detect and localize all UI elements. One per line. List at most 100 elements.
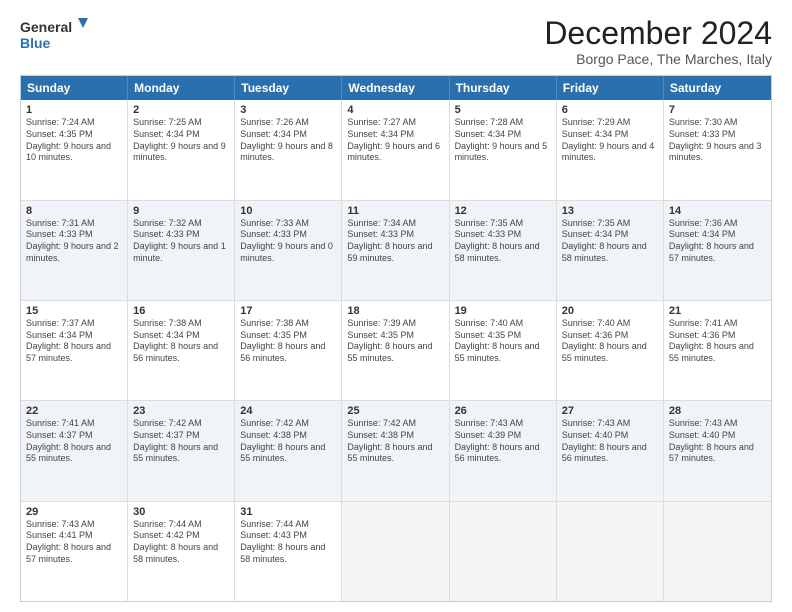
- day-number: 27: [562, 405, 658, 417]
- cell-info: Sunrise: 7:43 AMSunset: 4:40 PMDaylight:…: [669, 418, 766, 465]
- cal-cell-w1-d2: 3 Sunrise: 7:26 AMSunset: 4:34 PMDayligh…: [235, 100, 342, 199]
- cell-info: Sunrise: 7:44 AMSunset: 4:42 PMDaylight:…: [133, 519, 229, 566]
- title-block: December 2024 Borgo Pace, The Marches, I…: [544, 16, 772, 67]
- cal-cell-w5-d4: [450, 502, 557, 601]
- day-number: 25: [347, 405, 443, 417]
- day-number: 26: [455, 405, 551, 417]
- cell-info: Sunrise: 7:40 AMSunset: 4:36 PMDaylight:…: [562, 318, 658, 365]
- day-number: 10: [240, 205, 336, 217]
- cal-week-3: 15 Sunrise: 7:37 AMSunset: 4:34 PMDaylig…: [21, 300, 771, 400]
- cal-cell-w4-d3: 25 Sunrise: 7:42 AMSunset: 4:38 PMDaylig…: [342, 401, 449, 500]
- cell-info: Sunrise: 7:30 AMSunset: 4:33 PMDaylight:…: [669, 117, 766, 164]
- cell-info: Sunrise: 7:28 AMSunset: 4:34 PMDaylight:…: [455, 117, 551, 164]
- cell-info: Sunrise: 7:24 AMSunset: 4:35 PMDaylight:…: [26, 117, 122, 164]
- day-number: 15: [26, 305, 122, 317]
- cal-cell-w3-d4: 19 Sunrise: 7:40 AMSunset: 4:35 PMDaylig…: [450, 301, 557, 400]
- cal-cell-w1-d6: 7 Sunrise: 7:30 AMSunset: 4:33 PMDayligh…: [664, 100, 771, 199]
- main-title: December 2024: [544, 16, 772, 51]
- cell-info: Sunrise: 7:31 AMSunset: 4:33 PMDaylight:…: [26, 218, 122, 265]
- cal-cell-w4-d4: 26 Sunrise: 7:43 AMSunset: 4:39 PMDaylig…: [450, 401, 557, 500]
- cell-info: Sunrise: 7:40 AMSunset: 4:35 PMDaylight:…: [455, 318, 551, 365]
- page: General Blue December 2024 Borgo Pace, T…: [0, 0, 792, 612]
- cell-info: Sunrise: 7:25 AMSunset: 4:34 PMDaylight:…: [133, 117, 229, 164]
- header-thursday: Thursday: [450, 76, 557, 100]
- cal-cell-w3-d5: 20 Sunrise: 7:40 AMSunset: 4:36 PMDaylig…: [557, 301, 664, 400]
- day-number: 22: [26, 405, 122, 417]
- cal-cell-w2-d0: 8 Sunrise: 7:31 AMSunset: 4:33 PMDayligh…: [21, 201, 128, 300]
- cell-info: Sunrise: 7:42 AMSunset: 4:37 PMDaylight:…: [133, 418, 229, 465]
- calendar: Sunday Monday Tuesday Wednesday Thursday…: [20, 75, 772, 602]
- header-monday: Monday: [128, 76, 235, 100]
- day-number: 1: [26, 104, 122, 116]
- logo: General Blue: [20, 16, 90, 54]
- day-number: 24: [240, 405, 336, 417]
- cal-cell-w1-d3: 4 Sunrise: 7:27 AMSunset: 4:34 PMDayligh…: [342, 100, 449, 199]
- cell-info: Sunrise: 7:38 AMSunset: 4:35 PMDaylight:…: [240, 318, 336, 365]
- cal-cell-w2-d3: 11 Sunrise: 7:34 AMSunset: 4:33 PMDaylig…: [342, 201, 449, 300]
- cell-info: Sunrise: 7:42 AMSunset: 4:38 PMDaylight:…: [347, 418, 443, 465]
- cell-info: Sunrise: 7:38 AMSunset: 4:34 PMDaylight:…: [133, 318, 229, 365]
- day-number: 16: [133, 305, 229, 317]
- cal-cell-w5-d1: 30 Sunrise: 7:44 AMSunset: 4:42 PMDaylig…: [128, 502, 235, 601]
- cell-info: Sunrise: 7:39 AMSunset: 4:35 PMDaylight:…: [347, 318, 443, 365]
- cal-cell-w4-d2: 24 Sunrise: 7:42 AMSunset: 4:38 PMDaylig…: [235, 401, 342, 500]
- cell-info: Sunrise: 7:26 AMSunset: 4:34 PMDaylight:…: [240, 117, 336, 164]
- header: General Blue December 2024 Borgo Pace, T…: [20, 16, 772, 67]
- cal-cell-w5-d0: 29 Sunrise: 7:43 AMSunset: 4:41 PMDaylig…: [21, 502, 128, 601]
- cell-info: Sunrise: 7:35 AMSunset: 4:34 PMDaylight:…: [562, 218, 658, 265]
- cell-info: Sunrise: 7:32 AMSunset: 4:33 PMDaylight:…: [133, 218, 229, 265]
- subtitle: Borgo Pace, The Marches, Italy: [544, 51, 772, 67]
- cell-info: Sunrise: 7:37 AMSunset: 4:34 PMDaylight:…: [26, 318, 122, 365]
- cell-info: Sunrise: 7:43 AMSunset: 4:41 PMDaylight:…: [26, 519, 122, 566]
- cell-info: Sunrise: 7:43 AMSunset: 4:39 PMDaylight:…: [455, 418, 551, 465]
- cal-cell-w1-d1: 2 Sunrise: 7:25 AMSunset: 4:34 PMDayligh…: [128, 100, 235, 199]
- cal-cell-w3-d2: 17 Sunrise: 7:38 AMSunset: 4:35 PMDaylig…: [235, 301, 342, 400]
- cal-week-4: 22 Sunrise: 7:41 AMSunset: 4:37 PMDaylig…: [21, 400, 771, 500]
- day-number: 18: [347, 305, 443, 317]
- day-number: 4: [347, 104, 443, 116]
- day-number: 21: [669, 305, 766, 317]
- calendar-header: Sunday Monday Tuesday Wednesday Thursday…: [21, 76, 771, 100]
- cal-week-5: 29 Sunrise: 7:43 AMSunset: 4:41 PMDaylig…: [21, 501, 771, 601]
- cell-info: Sunrise: 7:41 AMSunset: 4:37 PMDaylight:…: [26, 418, 122, 465]
- cell-info: Sunrise: 7:43 AMSunset: 4:40 PMDaylight:…: [562, 418, 658, 465]
- day-number: 19: [455, 305, 551, 317]
- day-number: 14: [669, 205, 766, 217]
- header-friday: Friday: [557, 76, 664, 100]
- day-number: 7: [669, 104, 766, 116]
- day-number: 29: [26, 506, 122, 518]
- day-number: 2: [133, 104, 229, 116]
- cal-week-1: 1 Sunrise: 7:24 AMSunset: 4:35 PMDayligh…: [21, 100, 771, 199]
- day-number: 23: [133, 405, 229, 417]
- header-saturday: Saturday: [664, 76, 771, 100]
- cal-cell-w3-d6: 21 Sunrise: 7:41 AMSunset: 4:36 PMDaylig…: [664, 301, 771, 400]
- calendar-body: 1 Sunrise: 7:24 AMSunset: 4:35 PMDayligh…: [21, 100, 771, 601]
- cal-cell-w1-d5: 6 Sunrise: 7:29 AMSunset: 4:34 PMDayligh…: [557, 100, 664, 199]
- cal-cell-w3-d3: 18 Sunrise: 7:39 AMSunset: 4:35 PMDaylig…: [342, 301, 449, 400]
- cal-cell-w4-d6: 28 Sunrise: 7:43 AMSunset: 4:40 PMDaylig…: [664, 401, 771, 500]
- day-number: 6: [562, 104, 658, 116]
- cal-cell-w5-d5: [557, 502, 664, 601]
- cell-info: Sunrise: 7:27 AMSunset: 4:34 PMDaylight:…: [347, 117, 443, 164]
- cell-info: Sunrise: 7:36 AMSunset: 4:34 PMDaylight:…: [669, 218, 766, 265]
- day-number: 13: [562, 205, 658, 217]
- cell-info: Sunrise: 7:42 AMSunset: 4:38 PMDaylight:…: [240, 418, 336, 465]
- day-number: 20: [562, 305, 658, 317]
- cal-cell-w4-d0: 22 Sunrise: 7:41 AMSunset: 4:37 PMDaylig…: [21, 401, 128, 500]
- day-number: 3: [240, 104, 336, 116]
- cal-cell-w5-d2: 31 Sunrise: 7:44 AMSunset: 4:43 PMDaylig…: [235, 502, 342, 601]
- cal-cell-w5-d6: [664, 502, 771, 601]
- cell-info: Sunrise: 7:35 AMSunset: 4:33 PMDaylight:…: [455, 218, 551, 265]
- day-number: 5: [455, 104, 551, 116]
- day-number: 28: [669, 405, 766, 417]
- header-sunday: Sunday: [21, 76, 128, 100]
- cell-info: Sunrise: 7:44 AMSunset: 4:43 PMDaylight:…: [240, 519, 336, 566]
- cal-cell-w2-d5: 13 Sunrise: 7:35 AMSunset: 4:34 PMDaylig…: [557, 201, 664, 300]
- cal-cell-w1-d4: 5 Sunrise: 7:28 AMSunset: 4:34 PMDayligh…: [450, 100, 557, 199]
- svg-text:General: General: [20, 19, 72, 35]
- cal-cell-w4-d5: 27 Sunrise: 7:43 AMSunset: 4:40 PMDaylig…: [557, 401, 664, 500]
- day-number: 11: [347, 205, 443, 217]
- day-number: 8: [26, 205, 122, 217]
- day-number: 17: [240, 305, 336, 317]
- cal-cell-w2-d2: 10 Sunrise: 7:33 AMSunset: 4:33 PMDaylig…: [235, 201, 342, 300]
